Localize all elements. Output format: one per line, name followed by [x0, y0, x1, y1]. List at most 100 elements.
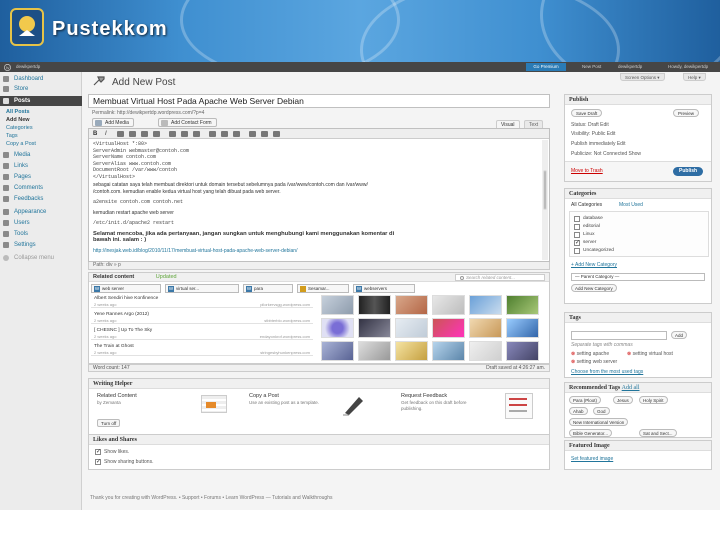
italic-icon[interactable]: I [105, 131, 112, 137]
publish-immediately[interactable]: Publish immediately Edit [571, 141, 625, 147]
sidebar-item-pages[interactable]: Pages [0, 172, 82, 182]
collapse-menu-button[interactable]: Collapse menu [0, 253, 82, 263]
sidebar-sub-tags[interactable]: Tags [6, 132, 18, 140]
screen-options-button[interactable]: Screen Options ▾ [620, 73, 665, 81]
add-all-link[interactable]: Add all [622, 385, 640, 391]
recommended-tag[interactable]: Ahab [569, 407, 588, 415]
remove-tag-icon[interactable]: ⊗ [627, 351, 631, 357]
copy-post-helper[interactable]: Copy a Post Use an existing post as a te… [249, 393, 389, 427]
link-icon[interactable] [209, 131, 216, 137]
image-thumbnail[interactable] [469, 341, 502, 361]
howdy-user-link[interactable]: Howdy, dewikpertdp [668, 63, 708, 71]
sidebar-item-dashboard[interactable]: Dashboard [0, 74, 82, 84]
related-search-input[interactable]: Search related content... [455, 274, 545, 281]
fullscreen-icon[interactable] [261, 131, 268, 137]
sidebar-item-feedbacks[interactable]: Feedbacks [0, 194, 82, 204]
list-item[interactable]: [ CHESNC ] Up To The Sky 2 weeks ago enday… [91, 327, 313, 340]
image-thumbnail[interactable] [395, 295, 428, 315]
image-thumbnail[interactable] [358, 295, 391, 315]
filter-chip[interactable]: Wweb server [91, 284, 161, 293]
sidebar-sub-add-new[interactable]: Add New [6, 116, 30, 124]
sidebar-item-links[interactable]: Links [0, 161, 82, 171]
list-item[interactable]: The Train at Ghost 2 weeks ago stringesbyh… [91, 343, 313, 356]
add-contact-form-button[interactable]: Add Contact Form [158, 118, 217, 127]
save-draft-button[interactable]: Save Draft [571, 109, 603, 117]
add-new-category-button[interactable]: Add New Category [571, 284, 617, 292]
image-thumbnail[interactable] [506, 318, 539, 338]
post-editor[interactable]: B I <VirtualHost *:80> ServerAdmin webma… [88, 128, 550, 262]
publicize-status[interactable]: Publicize: Not Connected Show [571, 151, 641, 157]
image-thumbnail[interactable] [321, 341, 354, 361]
image-thumbnail[interactable] [506, 295, 539, 315]
sidebar-item-tools[interactable]: Tools [0, 229, 82, 239]
category-checkbox[interactable] [574, 239, 580, 246]
spellcheck-icon[interactable] [249, 131, 256, 137]
add-new-category-link[interactable]: + Add New Category [571, 262, 617, 268]
filter-chip[interactable]: Sesamar... [297, 284, 349, 293]
image-thumbnail[interactable] [432, 341, 465, 361]
category-checkbox[interactable] [574, 216, 580, 222]
blockquote-icon[interactable] [153, 131, 160, 137]
editor-content[interactable]: <VirtualHost *:80> ServerAdmin webmaster… [93, 141, 543, 259]
post-visibility[interactable]: Visibility: Public Edit [571, 131, 615, 137]
help-button[interactable]: Help ▾ [683, 73, 706, 81]
post-title-input[interactable]: Membuat Virtual Host Pada Apache Web Ser… [88, 94, 550, 108]
sidebar-item-comments[interactable]: Comments [0, 183, 82, 193]
kitchen-sink-icon[interactable] [273, 131, 280, 137]
list-item[interactable]: Yene Rannes Argo (2012) 2 weeks ago stbbte… [91, 311, 313, 324]
new-post-link[interactable]: New Post [582, 63, 601, 71]
tag-input[interactable] [571, 331, 667, 340]
go-premium-button[interactable]: Go Premium [526, 63, 566, 71]
sidebar-item-settings[interactable]: Settings [0, 240, 82, 250]
show-likes-checkbox[interactable] [95, 448, 101, 455]
recommended-tag[interactable]: Jesus [613, 396, 633, 404]
add-tag-button[interactable]: Add [671, 331, 688, 339]
image-thumbnail[interactable] [321, 295, 354, 315]
image-thumbnail[interactable] [432, 295, 465, 315]
tab-text[interactable]: Text [524, 120, 544, 128]
recommended-tag[interactable]: Holy Spirit [639, 396, 668, 404]
sidebar-item-appearance[interactable]: Appearance [0, 207, 82, 217]
image-thumbnail[interactable] [395, 341, 428, 361]
image-thumbnail[interactable] [469, 318, 502, 338]
filter-chip[interactable]: Wwebservers [353, 284, 415, 293]
sidebar-item-posts[interactable]: Posts [0, 96, 82, 106]
sidebar-item-users[interactable]: Users [0, 218, 82, 228]
recommended-tag[interactable]: God [593, 407, 610, 415]
image-thumbnail[interactable] [506, 341, 539, 361]
strikethrough-icon[interactable] [117, 131, 124, 137]
align-right-icon[interactable] [193, 131, 200, 137]
bold-icon[interactable]: B [93, 131, 100, 137]
site-name-link[interactable]: dewikpertdp [16, 63, 40, 71]
numbered-list-icon[interactable] [141, 131, 148, 137]
remove-tag-icon[interactable]: ⊗ [571, 359, 575, 365]
list-item[interactable]: Albert Sendiri hive Konfinence 2 weeks ag… [91, 295, 313, 308]
tab-most-used[interactable]: Most Used [619, 202, 643, 208]
remove-tag-icon[interactable]: ⊗ [571, 351, 575, 357]
scroll-thumb[interactable] [543, 170, 547, 210]
content-line[interactable]: http://inesjak.web.id/blog/2010/11/17/me… [93, 248, 543, 255]
parent-category-select[interactable]: — Parent Category — [571, 273, 705, 281]
category-checkbox[interactable] [574, 232, 580, 238]
tag-item[interactable]: ⊗ setting apache [571, 351, 609, 357]
publish-button[interactable]: Publish [673, 167, 704, 176]
image-thumbnail[interactable] [469, 295, 502, 315]
choose-most-used-tags-link[interactable]: Choose from the most used tags [571, 369, 643, 375]
sidebar-sub-categories[interactable]: Categories [6, 124, 33, 132]
tab-visual[interactable]: Visual [496, 120, 520, 128]
recommended-tag[interactable]: Para (Ploot) [569, 396, 602, 404]
align-left-icon[interactable] [169, 131, 176, 137]
permalink[interactable]: Permalink: http://dewikpertdp.wordpress.… [92, 110, 204, 116]
image-thumbnail[interactable] [358, 341, 391, 361]
user-link[interactable]: dewikpertdp [618, 63, 642, 71]
preview-button[interactable]: Preview [673, 109, 700, 117]
image-thumbnail[interactable] [395, 318, 428, 338]
set-featured-image-link[interactable]: Set featured image [571, 456, 613, 462]
request-feedback-helper[interactable]: Request Feedback Get feedback on this dr… [401, 393, 501, 427]
show-sharing-checkbox[interactable] [95, 458, 101, 465]
move-to-trash-link[interactable]: Move to Trash [571, 168, 603, 174]
sidebar-sub-all-posts[interactable]: All Posts [6, 108, 30, 116]
align-center-icon[interactable] [181, 131, 188, 137]
add-media-button[interactable]: Add Media [92, 118, 134, 127]
bullet-list-icon[interactable] [129, 131, 136, 137]
